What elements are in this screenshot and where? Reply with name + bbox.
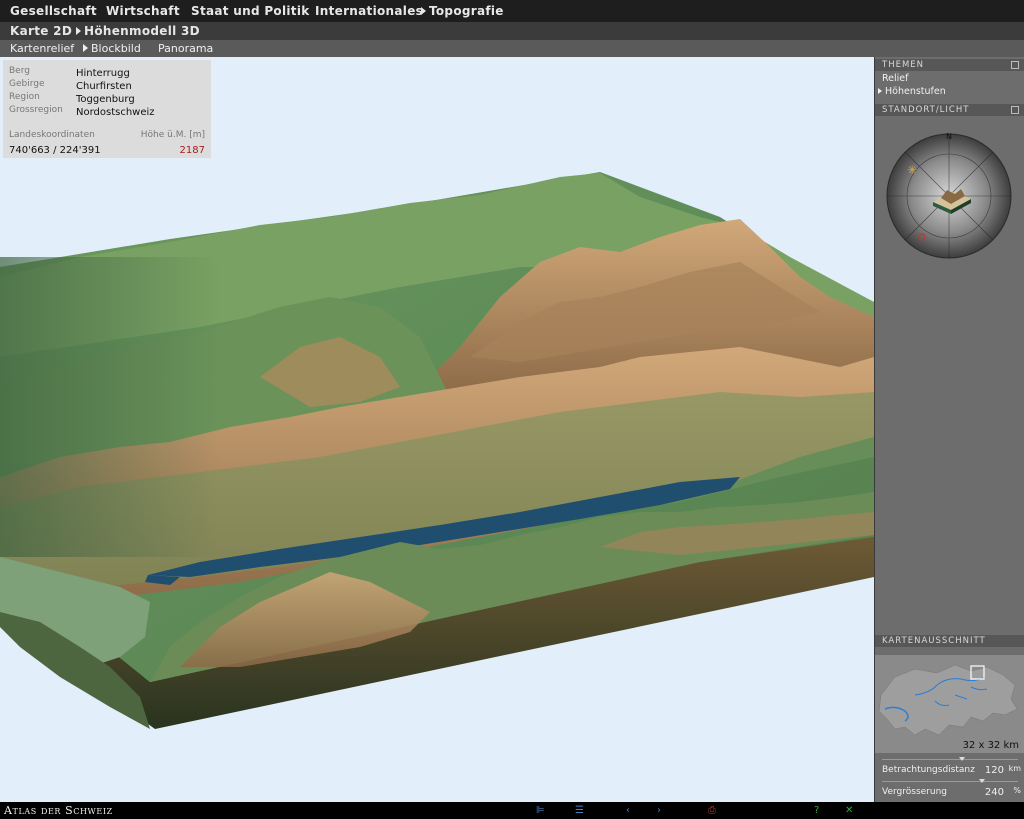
value-gebirge: Churfirsten: [76, 81, 132, 92]
theme-hoehenstufen[interactable]: Höhenstufen: [878, 86, 946, 97]
overview-map[interactable]: 32 x 32 km: [875, 655, 1024, 753]
label-region: Region: [9, 92, 40, 102]
active-arrow-icon: [83, 44, 88, 52]
viewpoint-compass[interactable]: N ✳: [885, 132, 1013, 260]
footer-bar: Atlas der Schweiz ⊫ ☰ ‹ › ⎙ ? ✕: [0, 802, 1024, 819]
active-arrow-icon: [878, 88, 882, 94]
section-themen: THEMEN: [875, 59, 1024, 71]
distance-control[interactable]: Betrachtungsdistanz 120 km: [875, 756, 1024, 778]
exit-icon[interactable]: ✕: [845, 805, 853, 816]
active-arrow-icon: [76, 27, 81, 35]
atlas-brand: Atlas der Schweiz: [4, 804, 113, 817]
north-label: N: [946, 132, 952, 141]
tab-hoehenmodell-3d[interactable]: Höhenmodell 3D: [76, 24, 200, 38]
theme-hoehenstufen-label: Höhenstufen: [885, 86, 946, 97]
nav-topografie[interactable]: Topografie: [421, 4, 504, 18]
label-grossregion: Grossregion: [9, 105, 63, 115]
view-mode-nav: Kartenrelief Blockbild Panorama: [0, 40, 1024, 57]
sub-nav: Karte 2D Höhenmodell 3D: [0, 22, 1024, 40]
label-gebirge: Gebirge: [9, 79, 45, 89]
forward-arrow-icon[interactable]: ›: [657, 805, 661, 816]
terrain-viewport[interactable]: Berg Hinterrugg Gebirge Churfirsten Regi…: [0, 57, 874, 802]
active-arrow-icon: [421, 7, 426, 15]
value-grossregion: Nordostschweiz: [76, 107, 155, 118]
nav-topografie-label: Topografie: [429, 4, 504, 18]
minimize-icon[interactable]: [1011, 61, 1019, 69]
theme-relief[interactable]: Relief: [882, 73, 909, 84]
section-themen-title: THEMEN: [882, 60, 925, 70]
nav-staat-und-politik[interactable]: Staat und Politik: [191, 4, 310, 18]
legend-icon[interactable]: ⊫: [536, 805, 545, 816]
nav-internationales[interactable]: Internationales: [315, 4, 423, 18]
tab-kartenrelief[interactable]: Kartenrelief: [10, 42, 74, 55]
section-standort-licht: STANDORT/LICHT: [875, 104, 1024, 116]
tab-blockbild[interactable]: Blockbild: [83, 42, 141, 55]
label-hoehe: Höhe ü.M. [m]: [140, 130, 205, 140]
distance-value: 120: [984, 765, 1004, 776]
section-standort-title: STANDORT/LICHT: [882, 105, 970, 115]
distance-label: Betrachtungsdistanz: [882, 765, 975, 775]
minimize-icon[interactable]: [1011, 106, 1019, 114]
distance-slider-knob[interactable]: [959, 757, 965, 761]
map-scale: 32 x 32 km: [962, 740, 1019, 751]
zoom-label: Vergrösserung: [882, 787, 947, 797]
tab-karte-2d[interactable]: Karte 2D: [10, 24, 72, 38]
print-icon[interactable]: ⎙: [708, 805, 716, 816]
nav-wirtschaft[interactable]: Wirtschaft: [106, 4, 180, 18]
nav-gesellschaft[interactable]: Gesellschaft: [10, 4, 97, 18]
value-coordinates: 740'663 / 224'391: [9, 145, 101, 156]
sun-icon[interactable]: ✳: [907, 163, 917, 177]
zoom-slider-track: [882, 781, 1018, 782]
list-icon[interactable]: ☰: [575, 805, 584, 816]
value-height: 2187: [179, 145, 205, 156]
zoom-slider-knob[interactable]: [979, 779, 985, 783]
section-kartenausschnitt-title: KARTENAUSSCHNITT: [882, 636, 986, 646]
control-panel: THEMEN Relief Höhenstufen STANDORT/LICHT…: [874, 57, 1024, 802]
section-kartenausschnitt: KARTENAUSSCHNITT: [875, 635, 1024, 647]
zoom-control[interactable]: Vergrösserung 240 %: [875, 778, 1024, 800]
value-berg: Hinterrugg: [76, 68, 130, 79]
tab-panorama[interactable]: Panorama: [158, 42, 213, 55]
label-berg: Berg: [9, 66, 30, 76]
country-shape: [878, 664, 1018, 736]
switzerland-map: [878, 664, 1018, 736]
location-info-panel: Berg Hinterrugg Gebirge Churfirsten Regi…: [3, 60, 211, 158]
zoom-value: 240: [984, 787, 1004, 798]
label-landeskoordinaten: Landeskoordinaten: [9, 130, 95, 140]
tab-blockbild-label: Blockbild: [91, 42, 141, 55]
back-arrow-icon[interactable]: ‹: [626, 805, 630, 816]
distance-unit: km: [1008, 764, 1021, 773]
value-region: Toggenburg: [76, 94, 135, 105]
distance-slider-track: [882, 759, 1018, 760]
terrain-block-image: [0, 172, 874, 729]
tab-hoehenmodell-3d-label: Höhenmodell 3D: [84, 24, 200, 38]
help-icon[interactable]: ?: [814, 805, 819, 816]
shadow-overlay: [0, 257, 220, 557]
zoom-unit: %: [1013, 786, 1021, 795]
main-nav: Gesellschaft Wirtschaft Staat und Politi…: [0, 0, 1024, 23]
